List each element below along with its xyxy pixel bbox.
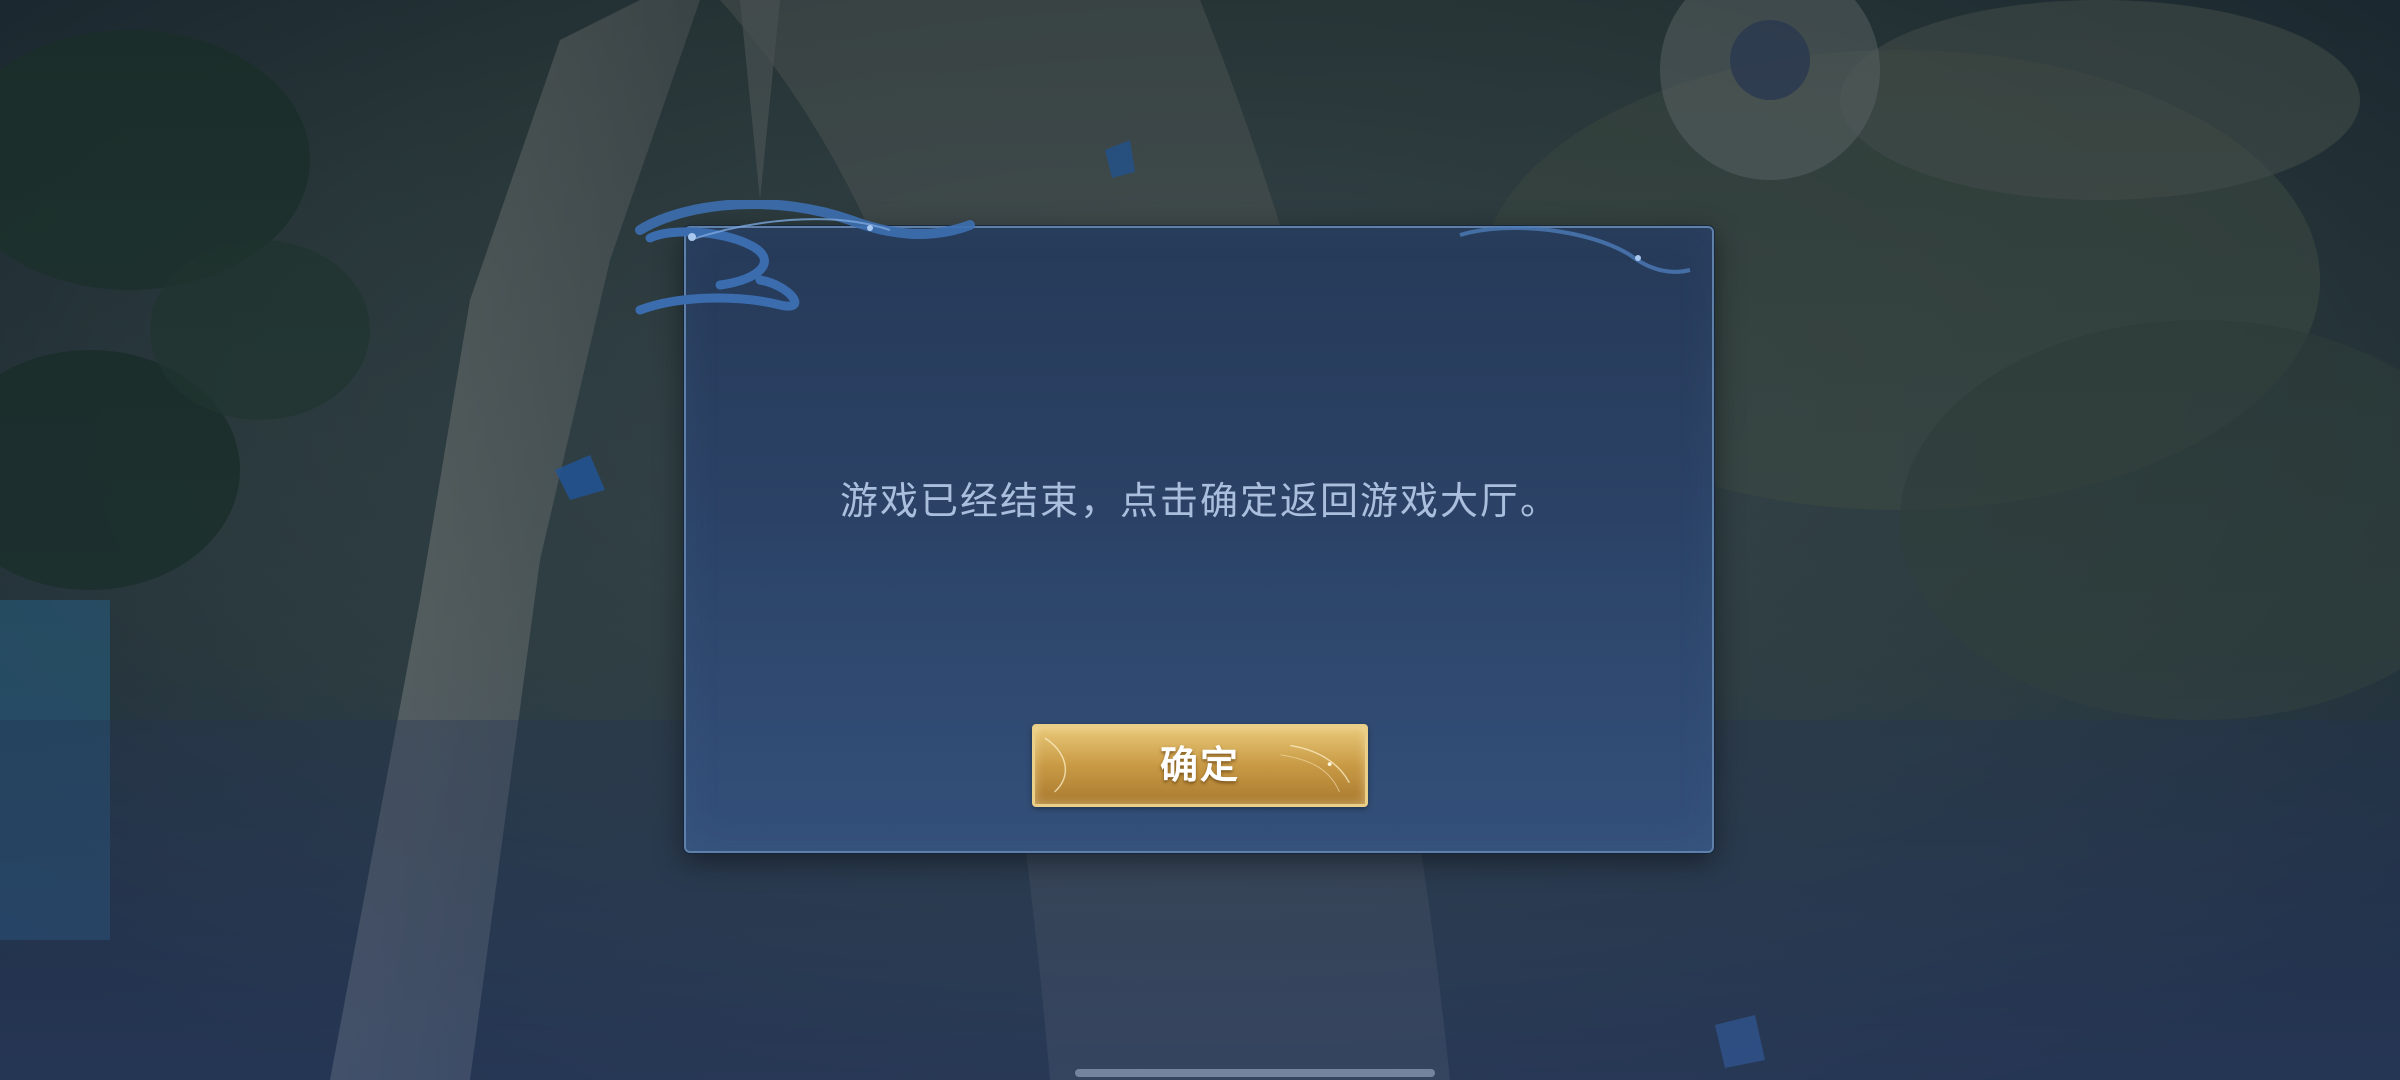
game-screen: 游戏已经结束，点击确定返回游戏大厅。 确定	[0, 0, 2400, 1080]
confirm-button[interactable]: 确定	[1032, 724, 1368, 807]
dialog-message: 游戏已经结束，点击确定返回游戏大厅。	[839, 479, 1560, 523]
home-indicator[interactable]	[1075, 1069, 1435, 1077]
confirm-button-label: 确定	[1159, 743, 1240, 787]
